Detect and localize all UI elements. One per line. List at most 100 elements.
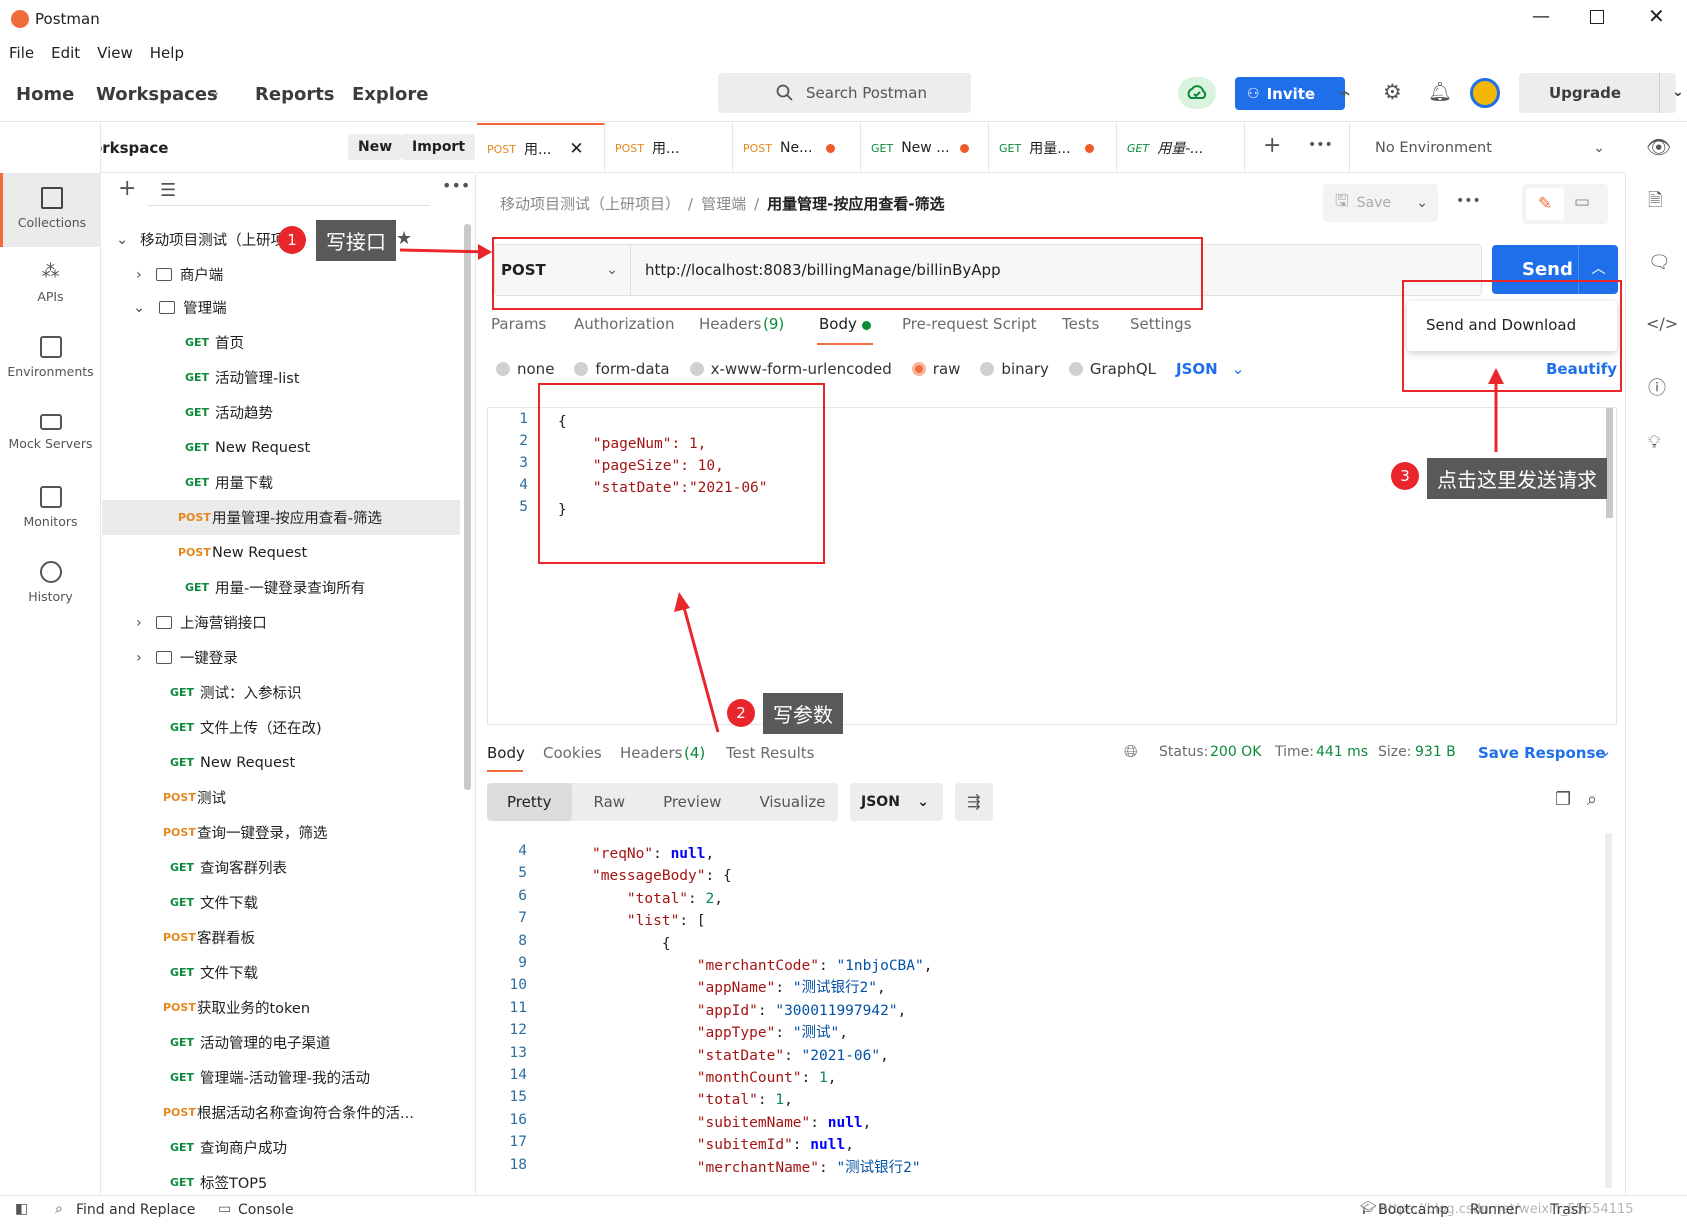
filter-input[interactable] [147,178,430,206]
notification-bell-icon[interactable]: 🔔︎ [1428,80,1452,103]
info-icon[interactable]: ⓘ [1648,374,1666,400]
save-button[interactable]: 🖫︎ Save ⌄ [1323,184,1438,222]
comments-icon[interactable]: ▭ [1574,192,1590,212]
radio-form-data[interactable] [574,362,589,376]
editor-scrollbar[interactable] [1606,408,1613,518]
request-row[interactable]: POST 客群看板 [102,920,462,955]
nav-workspaces[interactable]: Workspaces [96,84,218,105]
chevron-down-icon[interactable]: ⌄ [1659,73,1684,113]
save-response-button[interactable]: Save Response [1478,744,1606,762]
star-icon[interactable]: ★ [396,228,412,249]
documentation-icon[interactable]: 🗎︎ [1648,188,1662,218]
chevron-down-icon[interactable]: ⌄ [209,84,221,100]
chevron-down-icon[interactable]: ⌄ [1599,742,1612,760]
wrap-lines-icon[interactable]: ⇶ [955,783,993,821]
request-row[interactable]: GET New Request [102,745,462,780]
request-row[interactable]: GET 活动管理的电子渠道 [102,1025,462,1060]
response-scrollbar[interactable] [1605,833,1612,1188]
request-row[interactable]: GET 文件上传（还在改) [102,710,462,745]
request-row[interactable]: GET 用量-一键登录查询所有 [102,570,462,605]
nav-home[interactable]: Home [16,84,74,105]
folder-row[interactable]: › 一键登录 [102,640,462,675]
comment-icon[interactable]: 🗨︎ [1648,252,1671,273]
menu-help[interactable]: Help [150,44,184,62]
maximize-icon[interactable] [1590,10,1604,24]
request-row[interactable]: POST 测试 [102,780,462,815]
menu-view[interactable]: View [97,44,133,62]
breadcrumb-collection[interactable]: 移动项目测试（上研项目） [500,193,680,214]
request-row[interactable]: GET 首页 [102,325,462,360]
chevron-down-icon[interactable]: ⌄ [1232,360,1245,378]
tab-active[interactable]: POST 用... ✕ [477,123,605,173]
minimize-icon[interactable]: — [1532,6,1550,27]
rail-mock-servers[interactable]: Mock Servers [0,397,101,471]
tab-headers[interactable]: Headers [699,315,761,333]
sidebar-scrollbar[interactable] [464,224,471,790]
tab-tests[interactable]: Tests [1062,315,1099,333]
rail-apis[interactable]: ⁂ APIs [0,247,101,321]
tab-params[interactable]: Params [491,315,546,333]
request-row[interactable]: GET 活动趋势 [102,395,462,430]
breadcrumb-folder[interactable]: 管理端 [701,193,746,214]
request-row[interactable]: GET 用量下载 [102,465,462,500]
environment-select[interactable]: No Environment ⌄ [1349,123,1625,173]
console-button[interactable]: Console [238,1202,294,1218]
close-window-icon[interactable]: ✕ [1648,4,1665,28]
new-tab-icon[interactable]: + [1263,133,1281,158]
size-value[interactable]: 931 B [1415,744,1456,760]
import-button[interactable]: Import [402,134,476,160]
nav-reports[interactable]: Reports [255,84,335,105]
tab[interactable]: GET 用量... [989,123,1117,173]
request-row[interactable]: POST 获取业务的token [102,990,462,1025]
rail-history[interactable]: History [0,547,101,621]
request-row[interactable]: GET 文件下载 [102,955,462,990]
nav-explore[interactable]: Explore [352,84,428,105]
code-icon[interactable]: </> [1646,314,1678,333]
rail-monitors[interactable]: Monitors [0,472,101,546]
resp-tab-test-results[interactable]: Test Results [726,744,814,762]
request-row[interactable]: POST 查询一键登录，筛选 [102,815,462,850]
view-preview[interactable]: Preview [663,793,721,811]
tab[interactable]: POST Ne... [733,123,861,173]
rail-environments[interactable]: Environments [0,322,101,396]
search-icon[interactable]: ⌕ [1587,789,1597,810]
request-row[interactable]: GET 查询客群列表 [102,850,462,885]
tab[interactable]: GET New ... [861,123,989,173]
time-value[interactable]: 441 ms [1316,744,1368,760]
response-body-viewer[interactable]: 4 5 6 7 8 9 10 11 12 13 14 15 16 17 18 "… [487,833,1617,1188]
response-format-select[interactable]: JSON ⌄ [850,783,943,821]
request-row[interactable]: POST 根据活动名称查询符合条件的活... [102,1095,462,1130]
status-value[interactable]: 200 OK [1210,744,1261,760]
resp-tab-body[interactable]: Body [487,744,525,762]
resp-tab-headers[interactable]: Headers [620,744,682,762]
rail-collections[interactable]: Collections [0,173,101,247]
view-raw[interactable]: Raw [594,793,626,811]
more-options-icon[interactable]: ••• [442,176,470,195]
find-and-replace[interactable]: Find and Replace [76,1202,195,1218]
tab-pre-request-script[interactable]: Pre-request Script [902,315,1037,333]
request-row[interactable]: GET 查询商户成功 [102,1130,462,1165]
add-icon[interactable]: + [118,176,136,201]
tab[interactable]: GET 用量-... [1117,123,1245,173]
request-options-icon[interactable]: ••• [1456,193,1481,209]
tab-authorization[interactable]: Authorization [574,315,674,333]
tab-settings[interactable]: Settings [1130,315,1192,333]
copy-icon[interactable]: ❐ [1555,789,1571,810]
request-row[interactable]: GET New Request [102,430,462,465]
search-box[interactable]: Search Postman [718,73,971,113]
lightbulb-icon[interactable]: 💡︎ [1648,432,1661,453]
radio-raw[interactable] [911,362,926,376]
request-row[interactable]: GET 测试：入参标识 [102,675,462,710]
menu-file[interactable]: File [9,44,34,62]
request-row[interactable]: GET 文件下载 [102,885,462,920]
resp-tab-cookies[interactable]: Cookies [543,744,602,762]
radio-none[interactable] [496,362,510,376]
tab-options-icon[interactable]: ••• [1308,137,1333,153]
settings-gear-icon[interactable]: ⚙ [1383,80,1402,104]
upgrade-button[interactable]: Upgrade ⌄ [1519,73,1684,113]
request-row-selected[interactable]: POST 用量管理-按应用查看-筛选 [102,500,460,535]
close-tab-icon[interactable]: ✕ [569,139,583,159]
new-button[interactable]: New [348,134,403,160]
radio-urlencoded[interactable] [689,362,704,376]
view-visualize[interactable]: Visualize [759,793,825,811]
